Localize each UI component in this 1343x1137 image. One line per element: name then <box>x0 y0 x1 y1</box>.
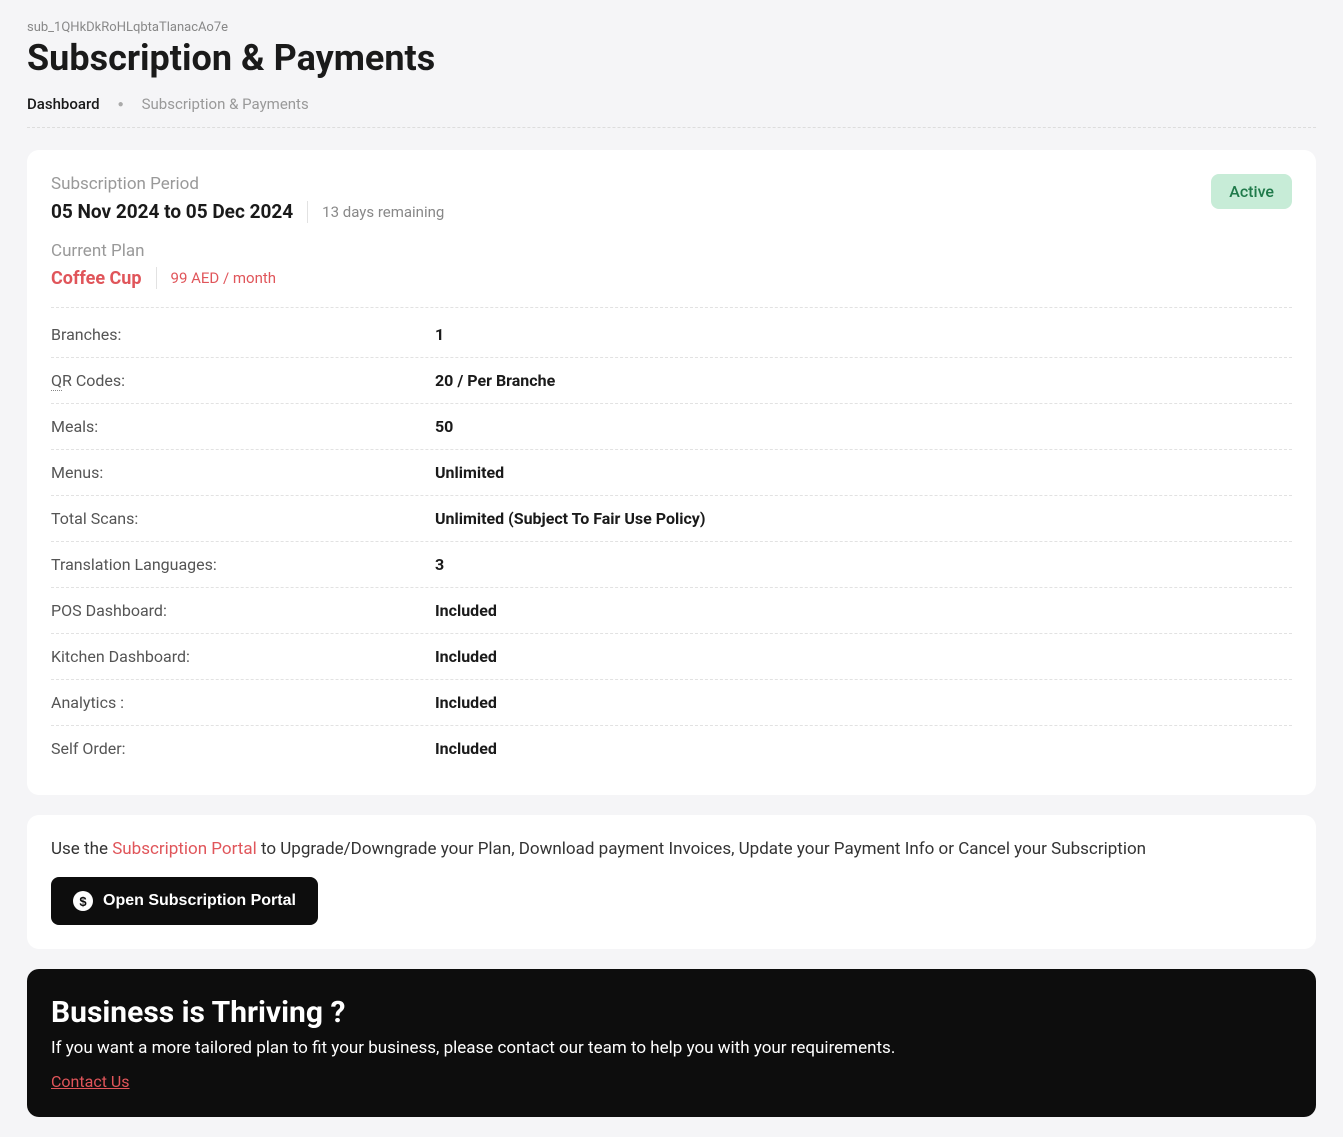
feature-label: Translation Languages: <box>51 555 435 574</box>
portal-highlight: Subscription Portal <box>112 839 257 859</box>
portal-description: Use the Subscription Portal to Upgrade/D… <box>51 839 1292 859</box>
thriving-text: If you want a more tailored plan to fit … <box>51 1038 1292 1058</box>
page-title: Subscription & Payments <box>27 37 1316 79</box>
feature-value: Unlimited (Subject To Fair Use Policy) <box>435 509 705 528</box>
subscription-period-value: 05 Nov 2024 to 05 Dec 2024 <box>51 200 293 223</box>
current-plan-label: Current Plan <box>51 241 1292 261</box>
feature-row: Translation Languages:3 <box>51 542 1292 588</box>
feature-label: Menus: <box>51 463 435 482</box>
breadcrumb-current: Subscription & Payments <box>142 95 309 113</box>
thriving-card: Business is Thriving ? If you want a mor… <box>27 969 1316 1117</box>
feature-row: Analytics :Included <box>51 680 1292 726</box>
feature-label: QR Codes: <box>51 371 435 390</box>
feature-row: Kitchen Dashboard:Included <box>51 634 1292 680</box>
subscription-id: sub_1QHkDkRoHLqbtaTlanacAo7e <box>27 20 1316 35</box>
days-remaining: 13 days remaining <box>322 203 444 221</box>
feature-value: Unlimited <box>435 463 504 482</box>
feature-row: Meals:50 <box>51 404 1292 450</box>
features-list: Branches:1QR Codes:20 / Per BrancheMeals… <box>51 312 1292 771</box>
thriving-title: Business is Thriving ? <box>51 995 1292 1030</box>
feature-label: Total Scans: <box>51 509 435 528</box>
breadcrumb-dashboard[interactable]: Dashboard <box>27 95 100 113</box>
feature-label: Kitchen Dashboard: <box>51 647 435 666</box>
feature-label: POS Dashboard: <box>51 601 435 620</box>
feature-label: Branches: <box>51 325 435 344</box>
feature-value: 20 / Per Branche <box>435 371 555 390</box>
feature-label: Meals: <box>51 417 435 436</box>
feature-value: 50 <box>435 417 453 436</box>
breadcrumb: Dashboard ● Subscription & Payments <box>27 95 1316 128</box>
plan-price: 99 AED / month <box>171 269 277 287</box>
breadcrumb-separator: ● <box>118 99 124 110</box>
subscription-card: Subscription Period 05 Nov 2024 to 05 De… <box>27 150 1316 795</box>
feature-value: Included <box>435 693 497 712</box>
feature-value: Included <box>435 647 497 666</box>
feature-row: Branches:1 <box>51 312 1292 358</box>
feature-value: Included <box>435 601 497 620</box>
feature-label: Self Order: <box>51 739 435 758</box>
portal-card: Use the Subscription Portal to Upgrade/D… <box>27 815 1316 949</box>
feature-value: 1 <box>435 325 444 344</box>
feature-row: POS Dashboard:Included <box>51 588 1292 634</box>
feature-value: 3 <box>435 555 444 574</box>
feature-row: Self Order:Included <box>51 726 1292 771</box>
open-subscription-portal-button[interactable]: $ Open Subscription Portal <box>51 877 318 925</box>
feature-label: Analytics : <box>51 693 435 712</box>
dollar-icon: $ <box>73 891 93 911</box>
feature-row: Total Scans:Unlimited (Subject To Fair U… <box>51 496 1292 542</box>
feature-value: Included <box>435 739 497 758</box>
feature-row: QR Codes:20 / Per Branche <box>51 358 1292 404</box>
status-badge: Active <box>1211 174 1292 209</box>
separator <box>156 267 157 289</box>
subscription-period-label: Subscription Period <box>51 174 444 194</box>
contact-us-link[interactable]: Contact Us <box>51 1072 130 1091</box>
feature-row: Menus:Unlimited <box>51 450 1292 496</box>
separator <box>307 201 308 223</box>
portal-button-label: Open Subscription Portal <box>103 892 296 910</box>
plan-name: Coffee Cup <box>51 268 142 289</box>
